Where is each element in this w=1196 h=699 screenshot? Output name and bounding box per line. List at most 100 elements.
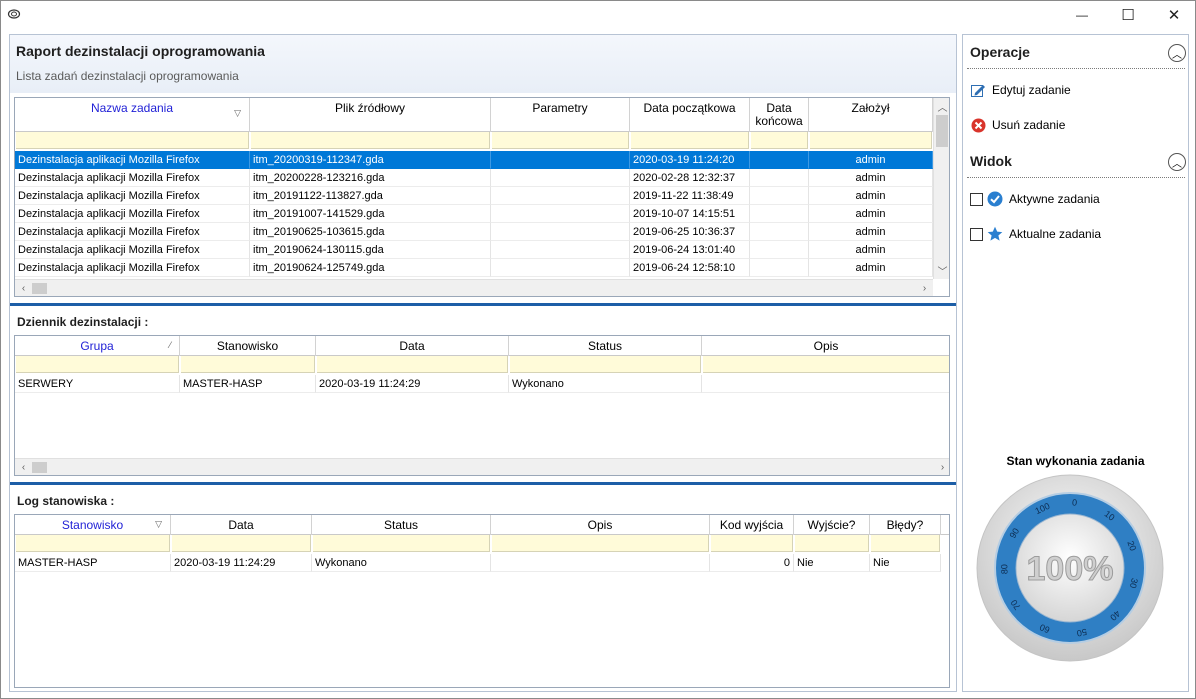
tasks-vscroll-thumb[interactable]: [936, 115, 948, 147]
filter-group[interactable]: [16, 356, 179, 373]
filter-status[interactable]: [510, 356, 701, 373]
column-header-errors[interactable]: Błędy?: [870, 515, 941, 535]
gauge-tick-label: 0: [1072, 497, 1078, 507]
filter-task-name[interactable]: [16, 132, 249, 149]
column-header-log-date[interactable]: Data: [171, 515, 312, 535]
cell-task-name: Dezinstalacja aplikacji Mozilla Firefox: [15, 205, 250, 223]
column-header-log-description[interactable]: Opis: [491, 515, 710, 535]
collapse-view-button[interactable]: ︿: [1168, 153, 1186, 171]
tasks-horizontal-scrollbar[interactable]: ‹ ›: [15, 279, 933, 296]
cell-parameters: [491, 205, 630, 223]
column-header-log-status[interactable]: Status: [312, 515, 491, 535]
scroll-right-icon[interactable]: ›: [934, 459, 949, 475]
check-circle-icon: [987, 191, 1003, 207]
tasks-vertical-scrollbar[interactable]: ︿ ﹀: [933, 98, 949, 279]
cell-station: MASTER-HASP: [180, 375, 316, 393]
active-tasks-checkbox[interactable]: [970, 192, 983, 206]
filter-errors[interactable]: [871, 535, 940, 552]
cell-date: 2020-03-19 11:24:29: [316, 375, 509, 393]
cell-source-file: itm_20191122-113827.gda: [250, 187, 491, 205]
filter-date[interactable]: [317, 356, 508, 373]
filter-log-description[interactable]: [492, 535, 709, 552]
journal-hscroll-thumb[interactable]: [32, 462, 47, 473]
table-row[interactable]: Dezinstalacja aplikacji Mozilla Firefox i…: [15, 205, 933, 223]
cell-start-date: 2019-10-07 14:15:51: [630, 205, 750, 223]
column-header-group[interactable]: Grupa ⁄: [15, 336, 180, 356]
side-panel: Operacje ︿ Edytuj zadanie Usuń zadanie W…: [962, 34, 1189, 692]
active-tasks-toggle[interactable]: Aktywne zadania: [970, 190, 1100, 208]
view-title: Widok: [970, 153, 1012, 169]
filter-log-station[interactable]: [16, 535, 170, 552]
gauge-value: 100%: [1027, 550, 1114, 588]
collapse-operations-button[interactable]: ︿: [1168, 44, 1186, 62]
sort-indicator-icon: ▽: [155, 519, 162, 529]
minimize-button[interactable]: —: [1059, 1, 1105, 29]
cell-log-date: 2020-03-19 11:24:29: [171, 554, 312, 572]
edit-icon: [970, 82, 986, 98]
current-tasks-toggle[interactable]: Aktualne zadania: [970, 225, 1101, 243]
log-grid[interactable]: Stanowisko ▽ Data Status Opis Kod wyjści…: [14, 514, 950, 688]
journal-horizontal-scrollbar[interactable]: ‹ ›: [15, 458, 949, 475]
gauge-tick-label: 80: [999, 564, 1009, 574]
column-header-exit-code[interactable]: Kod wyjścia: [710, 515, 794, 535]
scroll-left-icon[interactable]: ‹: [15, 280, 32, 296]
column-header-end-date[interactable]: Data końcowa: [750, 98, 809, 132]
close-button[interactable]: ✕: [1151, 1, 1196, 29]
column-header-task-name[interactable]: Nazwa zadania ▽: [15, 98, 250, 132]
column-header-description[interactable]: Opis: [702, 336, 949, 356]
table-row[interactable]: SERWERY MASTER-HASP 2020-03-19 11:24:29 Wyk…: [15, 375, 949, 393]
table-row[interactable]: Dezinstalacja aplikacji Mozilla Firefox i…: [15, 169, 933, 187]
cell-owner: admin: [809, 205, 933, 223]
table-row[interactable]: Dezinstalacja aplikacji Mozilla Firefox i…: [15, 241, 933, 259]
filter-log-status[interactable]: [313, 535, 490, 552]
cell-task-name: Dezinstalacja aplikacji Mozilla Firefox: [15, 151, 250, 169]
column-header-exit[interactable]: Wyjście?: [794, 515, 870, 535]
maximize-button[interactable]: ☐: [1105, 1, 1151, 29]
tasks-grid[interactable]: Nazwa zadania ▽ Plik źródłowy Parametry …: [14, 97, 950, 297]
operations-divider: [967, 68, 1185, 69]
cell-task-name: Dezinstalacja aplikacji Mozilla Firefox: [15, 223, 250, 241]
delete-task-button[interactable]: Usuń zadanie: [970, 116, 1065, 134]
filter-exit-code[interactable]: [711, 535, 793, 552]
filter-exit[interactable]: [795, 535, 869, 552]
table-row[interactable]: Dezinstalacja aplikacji Mozilla Firefox i…: [15, 223, 933, 241]
splitter-bottom[interactable]: [10, 482, 956, 485]
cell-end-date: [750, 169, 809, 187]
filter-description[interactable]: [703, 356, 949, 373]
table-row[interactable]: Dezinstalacja aplikacji Mozilla Firefox i…: [15, 187, 933, 205]
scroll-up-icon[interactable]: ︿: [934, 98, 949, 115]
scroll-down-icon[interactable]: ﹀: [934, 262, 949, 279]
column-header-start-date[interactable]: Data początkowa: [630, 98, 750, 132]
table-row[interactable]: MASTER-HASP 2020-03-19 11:24:29 Wykonano 0 N…: [15, 554, 941, 572]
filter-source-file[interactable]: [251, 132, 490, 149]
filter-owner[interactable]: [810, 132, 932, 149]
cell-exit-code: 0: [710, 554, 794, 572]
filter-start-date[interactable]: [631, 132, 749, 149]
scroll-right-icon[interactable]: ›: [916, 280, 933, 296]
journal-grid[interactable]: Grupa ⁄ Stanowisko Data Status Opis SERW…: [14, 335, 950, 476]
cell-end-date: [750, 223, 809, 241]
scroll-left-icon[interactable]: ‹: [15, 459, 32, 475]
cell-end-date: [750, 241, 809, 259]
table-row[interactable]: Dezinstalacja aplikacji Mozilla Firefox i…: [15, 259, 933, 277]
tasks-hscroll-thumb[interactable]: [32, 283, 47, 294]
table-row[interactable]: Dezinstalacja aplikacji Mozilla Firefox i…: [15, 151, 933, 169]
column-header-owner[interactable]: Założył: [809, 98, 933, 132]
journal-filter-row: [15, 356, 949, 373]
column-header-source-file[interactable]: Plik źródłowy: [250, 98, 491, 132]
log-grid-header: Stanowisko ▽ Data Status Opis Kod wyjści…: [15, 515, 949, 535]
filter-station[interactable]: [181, 356, 315, 373]
column-header-status[interactable]: Status: [509, 336, 702, 356]
cell-exit: Nie: [794, 554, 870, 572]
column-header-log-station[interactable]: Stanowisko ▽: [15, 515, 171, 535]
column-header-parameters[interactable]: Parametry: [491, 98, 630, 132]
filter-parameters[interactable]: [492, 132, 629, 149]
column-header-date[interactable]: Data: [316, 336, 509, 356]
current-tasks-checkbox[interactable]: [970, 227, 983, 241]
edit-task-button[interactable]: Edytuj zadanie: [970, 81, 1071, 99]
column-header-station[interactable]: Stanowisko: [180, 336, 316, 356]
filter-end-date[interactable]: [751, 132, 808, 149]
gauge-title: Stan wykonania zadania: [1006, 454, 1145, 468]
splitter-top[interactable]: [10, 303, 956, 306]
filter-log-date[interactable]: [172, 535, 311, 552]
